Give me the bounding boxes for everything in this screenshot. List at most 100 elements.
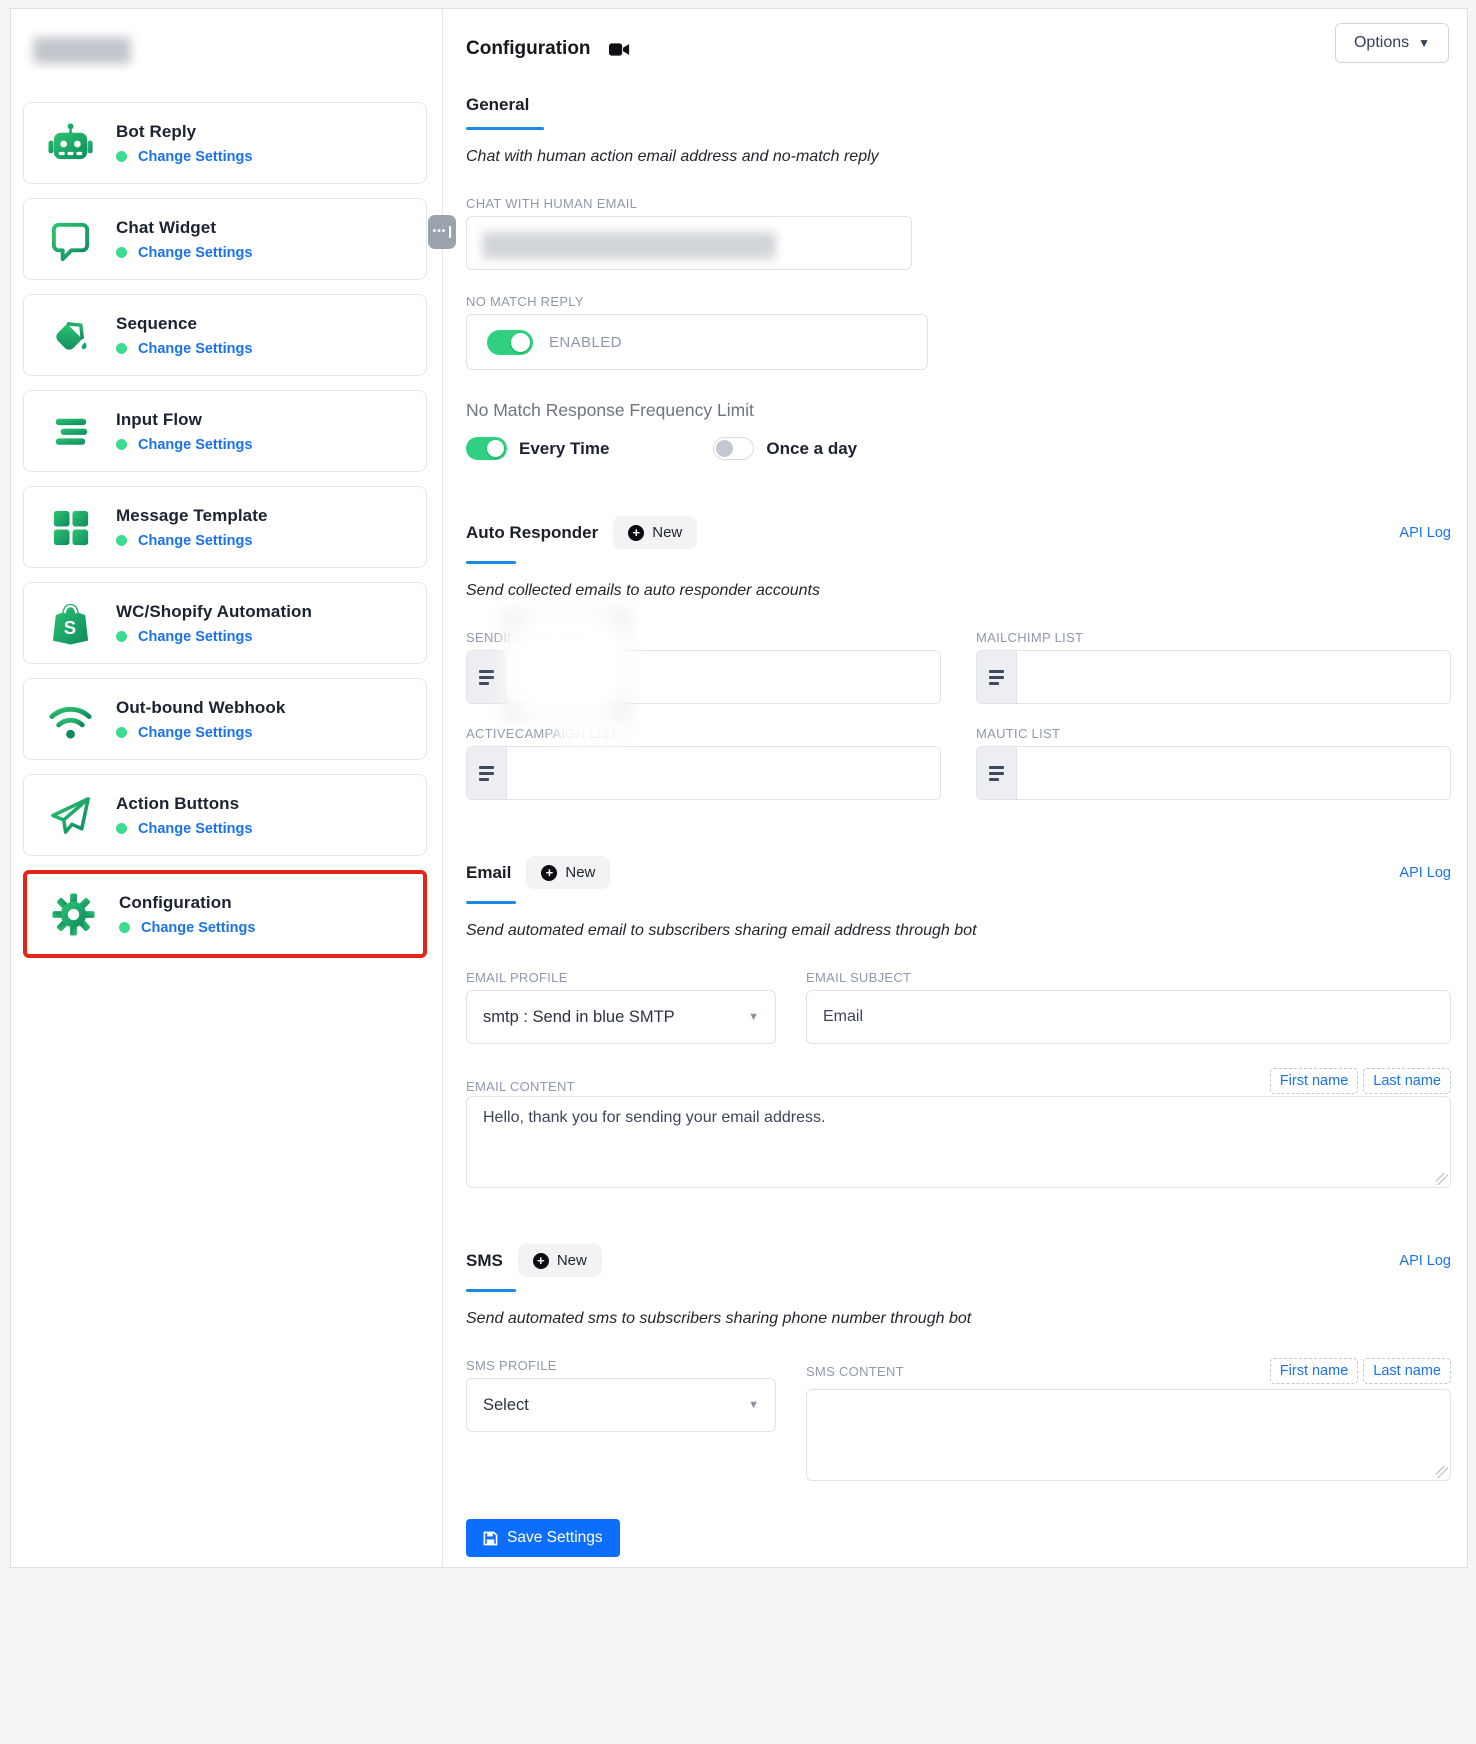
sidebar-item-input-flow[interactable]: Input Flow Change Settings <box>23 390 427 472</box>
sidebar-item-label: Sequence <box>116 314 252 334</box>
list-icon <box>467 651 507 703</box>
no-match-reply-toggle[interactable] <box>487 330 533 355</box>
email-api-log-link[interactable]: API Log <box>1399 865 1451 881</box>
activecampaign-list-field: ACTIVECAMPAIGN LIST <box>466 726 941 800</box>
status-dot <box>116 247 127 258</box>
grid-icon <box>46 503 94 551</box>
sms-profile-field: SMS PROFILE Select ▼ <box>466 1358 776 1432</box>
mautic-list-label: MAUTIC LIST <box>976 726 1451 741</box>
change-settings-link[interactable]: Change Settings <box>141 920 255 936</box>
email-subject-label: EMAIL SUBJECT <box>806 970 1451 985</box>
change-settings-link[interactable]: Change Settings <box>138 149 252 165</box>
every-time-toggle[interactable] <box>466 437 507 460</box>
change-settings-link[interactable]: Change Settings <box>138 629 252 645</box>
status-dot <box>116 727 127 738</box>
sidebar-item-label: Chat Widget <box>116 218 252 238</box>
activecampaign-list-input[interactable] <box>507 747 940 799</box>
resize-grip-icon[interactable] <box>1436 1466 1448 1478</box>
sidebar-item-sequence[interactable]: Sequence Change Settings <box>23 294 427 376</box>
sms-api-log-link[interactable]: API Log <box>1399 1253 1451 1269</box>
mailchimp-list-input[interactable] <box>1017 651 1450 703</box>
status-dot <box>116 823 127 834</box>
sidebar-item-label: Out-bound Webhook <box>116 698 285 718</box>
sidebar-nav: Bot Reply Change Settings Chat Widget Ch… <box>23 102 442 958</box>
auto-responder-title: Auto Responder <box>466 523 598 543</box>
redacted-email-value <box>482 232 776 259</box>
frequency-limit-title: No Match Response Frequency Limit <box>466 400 1451 421</box>
tab-general: General <box>466 95 529 115</box>
status-dot <box>116 151 127 162</box>
sendinblue-list-label: SENDINBLUE LIST <box>466 630 941 645</box>
last-name-merge-tag[interactable]: Last name <box>1363 1358 1451 1384</box>
status-dot <box>116 439 127 450</box>
email-profile-select[interactable]: smtp : Send in blue SMTP ▼ <box>466 990 776 1044</box>
main-panel: ••• Configuration Options ▼ General Chat… <box>443 9 1467 1567</box>
new-button-label: New <box>565 864 595 881</box>
email-subject-field: EMAIL SUBJECT <box>806 970 1451 1044</box>
sidebar-item-bot-reply[interactable]: Bot Reply Change Settings <box>23 102 427 184</box>
sidebar-item-out-bound-webhook[interactable]: Out-bound Webhook Change Settings <box>23 678 427 760</box>
sendinblue-list-field: SENDINBLUE LIST <box>466 630 941 704</box>
active-tab-underline <box>466 127 544 130</box>
sidebar-item-wc-shopify-automation[interactable]: S WC/Shopify Automation Change Settings <box>23 582 427 664</box>
mautic-list-input[interactable] <box>1017 747 1450 799</box>
video-camera-icon[interactable] <box>609 42 630 57</box>
change-settings-link[interactable]: Change Settings <box>138 533 252 549</box>
sms-description: Send automated sms to subscribers sharin… <box>466 1310 1451 1328</box>
handle-bar-icon <box>449 226 451 238</box>
no-match-reply-label: NO MATCH REPLY <box>466 294 928 309</box>
section-general: General Chat with human action email add… <box>466 95 1451 460</box>
sms-new-button[interactable]: + New <box>518 1244 602 1277</box>
sms-profile-select[interactable]: Select ▼ <box>466 1378 776 1432</box>
save-settings-button[interactable]: Save Settings <box>466 1519 620 1557</box>
select-caret-icon: ▼ <box>748 1399 759 1411</box>
change-settings-link[interactable]: Change Settings <box>138 245 252 261</box>
plus-circle-icon: + <box>533 1253 549 1269</box>
change-settings-link[interactable]: Change Settings <box>138 821 252 837</box>
options-button-label: Options <box>1354 34 1409 52</box>
general-description: Chat with human action email address and… <box>466 148 1451 166</box>
auto-responder-description: Send collected emails to auto responder … <box>466 582 1451 600</box>
email-new-button[interactable]: + New <box>526 856 610 889</box>
resize-grip-icon[interactable] <box>1436 1173 1448 1185</box>
sidebar-item-configuration[interactable]: Configuration Change Settings <box>23 870 427 958</box>
change-settings-link[interactable]: Change Settings <box>138 437 252 453</box>
list-icon <box>977 651 1017 703</box>
shopify-bag-icon: S <box>46 599 94 647</box>
new-button-label: New <box>557 1252 587 1269</box>
sms-content-textarea[interactable] <box>806 1389 1451 1481</box>
once-a-day-toggle[interactable] <box>713 437 754 460</box>
chat-with-human-email-label: CHAT WITH HUMAN EMAIL <box>466 196 912 211</box>
status-dot <box>116 631 127 642</box>
last-name-merge-tag[interactable]: Last name <box>1363 1068 1451 1094</box>
gear-icon <box>49 890 97 938</box>
options-button[interactable]: Options ▼ <box>1335 23 1449 63</box>
first-name-merge-tag[interactable]: First name <box>1270 1068 1359 1094</box>
sidebar-item-action-buttons[interactable]: Action Buttons Change Settings <box>23 774 427 856</box>
robot-icon <box>46 119 94 167</box>
enabled-label: ENABLED <box>549 334 622 351</box>
email-subject-input[interactable] <box>806 990 1451 1044</box>
sidebar-item-label: Action Buttons <box>116 794 252 814</box>
ellipsis-icon: ••• <box>433 227 447 237</box>
sms-title: SMS <box>466 1251 503 1271</box>
sidebar-collapse-handle[interactable]: ••• <box>428 215 456 249</box>
sidebar-item-label: Message Template <box>116 506 268 526</box>
email-title: Email <box>466 863 511 883</box>
activecampaign-list-label: ACTIVECAMPAIGN LIST <box>466 726 941 741</box>
auto-responder-api-log-link[interactable]: API Log <box>1399 525 1451 541</box>
mailchimp-list-label: MAILCHIMP LIST <box>976 630 1451 645</box>
auto-responder-new-button[interactable]: + New <box>613 516 697 549</box>
change-settings-link[interactable]: Change Settings <box>138 341 252 357</box>
sms-content-field: SMS CONTENT First name Last name <box>806 1358 1451 1481</box>
select-caret-icon: ▼ <box>748 1011 759 1023</box>
sidebar-item-chat-widget[interactable]: Chat Widget Change Settings <box>23 198 427 280</box>
section-underline <box>466 901 516 904</box>
first-name-merge-tag[interactable]: First name <box>1270 1358 1359 1384</box>
sidebar-item-message-template[interactable]: Message Template Change Settings <box>23 486 427 568</box>
section-email: Email + New API Log Send automated email… <box>466 856 1451 1188</box>
sidebar-item-label: WC/Shopify Automation <box>116 602 312 622</box>
sendinblue-list-input[interactable] <box>507 651 940 703</box>
change-settings-link[interactable]: Change Settings <box>138 725 252 741</box>
email-content-textarea[interactable]: Hello, thank you for sending your email … <box>466 1096 1451 1188</box>
